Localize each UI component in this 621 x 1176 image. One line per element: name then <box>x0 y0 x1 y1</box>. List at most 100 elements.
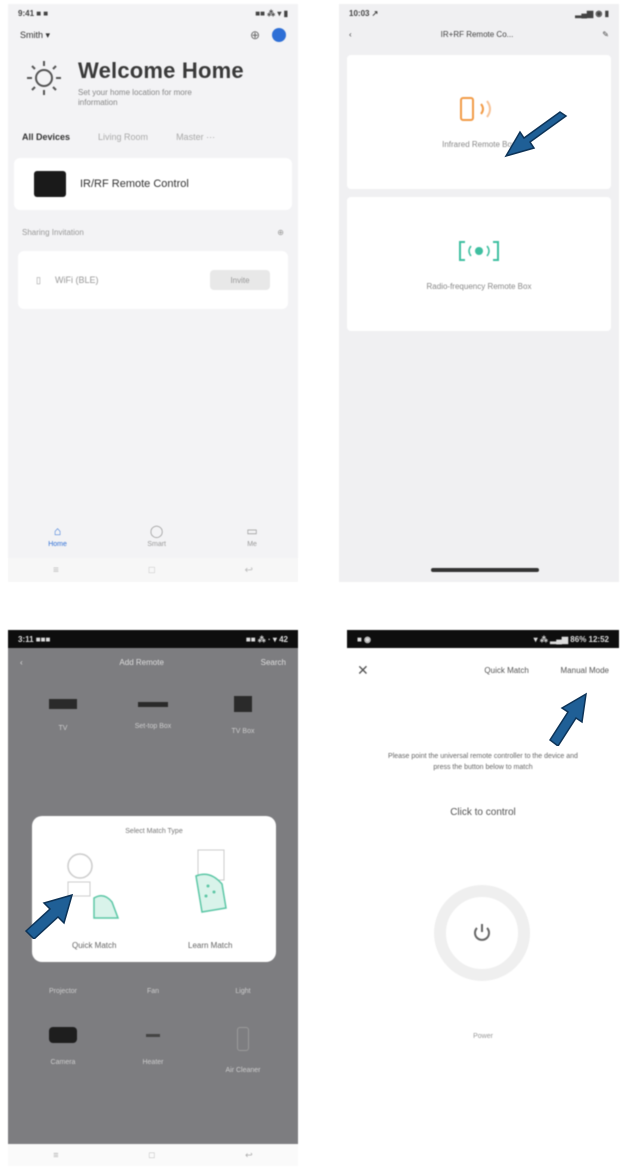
tab-me-label: Me <box>247 541 257 548</box>
home-indicator <box>431 568 539 572</box>
device-type-label: Light <box>235 988 251 995</box>
screen-remote-type: 10:03 ↗ ▂▄▆ ◉ ▮ ‹ IR+RF Remote Co... ✎ I… <box>339 4 619 582</box>
air-cleaner-icon <box>237 1027 249 1051</box>
sun-icon <box>27 61 61 95</box>
device-type-light[interactable]: Light <box>198 988 288 995</box>
device-type-grid: Projector Fan Light Camera Heater Air Cl… <box>8 980 298 1082</box>
home-header: Smith ▾ ⊕ <box>8 22 298 48</box>
learn-match-option[interactable]: Learn Match <box>188 941 232 950</box>
device-type-projector[interactable]: Projector <box>18 988 108 995</box>
status-time: 3:11 ■■■ <box>18 634 51 644</box>
click-to-control-label: Click to control <box>450 807 516 818</box>
status-icons: ■■ ⁂ ▾ ▮ <box>255 8 288 18</box>
bottom-tab-bar: ⌂ Home ◯ Smart ▭ Me <box>8 514 298 558</box>
status-bar: 10:03 ↗ ▂▄▆ ◉ ▮ <box>339 4 619 22</box>
search-link[interactable]: Search <box>261 658 286 667</box>
rf-remote-icon <box>459 240 499 261</box>
add-device-icon[interactable]: ⊕ <box>250 28 260 42</box>
tab-smart[interactable]: ◯ Smart <box>147 524 166 548</box>
device-type-tv[interactable]: TV <box>18 685 108 735</box>
nav-back-icon[interactable]: ↩ <box>245 565 253 576</box>
tab-home[interactable]: ⌂ Home <box>48 524 67 548</box>
arrow-pointer-icon <box>24 893 74 939</box>
status-bar: ■ ◉ ▾ ⁂ ▂▄▆ 86% 12:52 <box>347 630 619 648</box>
device-type-heater[interactable]: Heater <box>108 1027 198 1074</box>
rf-remote-label: Radio-frequency Remote Box <box>426 281 532 291</box>
back-icon[interactable]: ‹ <box>349 30 352 39</box>
nav-header: ‹ IR+RF Remote Co... ✎ <box>339 22 619 47</box>
heater-icon <box>146 1034 160 1037</box>
status-icons: ▾ ⁂ ▂▄▆ 86% 12:52 <box>533 634 609 644</box>
rf-remote-option[interactable]: Radio-frequency Remote Box <box>347 197 611 331</box>
hardware-card: ▯ WiFi (BLE) Invite <box>18 251 288 309</box>
device-type-tv-box[interactable]: TV Box <box>198 685 288 735</box>
quick-match-option[interactable]: Quick Match <box>72 941 116 950</box>
nav-home-icon[interactable]: □ <box>149 1150 154 1160</box>
status-time: 10:03 ↗ <box>349 8 379 18</box>
set-top-box-icon <box>138 702 168 707</box>
tab-all-devices[interactable]: All Devices <box>22 132 70 142</box>
device-type-set-top-box[interactable]: Set-top Box <box>108 685 198 735</box>
infrared-remote-option[interactable]: Infrared Remote Box <box>347 55 611 189</box>
status-icons: ▂▄▆ ◉ ▮ <box>575 8 609 18</box>
tab-me[interactable]: ▭ Me <box>246 524 257 548</box>
profile-icon[interactable] <box>272 28 286 42</box>
close-icon[interactable]: ✕ <box>357 662 369 679</box>
device-name: IR/RF Remote Control <box>80 178 189 190</box>
device-card[interactable]: IR/RF Remote Control <box>14 158 292 210</box>
hardware-label: WiFi (BLE) <box>54 275 99 285</box>
welcome-banner: Welcome Home Set your home location for … <box>8 48 298 118</box>
device-type-label: Fan <box>146 988 160 995</box>
home-icon: ⌂ <box>53 524 62 538</box>
device-type-fan[interactable]: Fan <box>108 988 198 995</box>
status-icons: ■■ ⁂ · ▾ 42 <box>245 634 288 644</box>
nav-header: ‹ Add Remote Search <box>8 648 298 677</box>
nav-menu-icon[interactable]: ≡ <box>53 1150 58 1160</box>
tab-home-label: Home <box>48 541 67 548</box>
back-icon[interactable]: ‹ <box>20 658 23 667</box>
learn-match-icon <box>195 849 227 913</box>
device-type-grid: TV Set-top Box TV Box <box>8 677 298 743</box>
device-type-label: Set-top Box <box>134 723 172 730</box>
power-icon <box>474 924 490 941</box>
dialog-title: Select Match Type <box>125 828 183 835</box>
edit-icon[interactable]: ✎ <box>602 30 609 39</box>
nav-home-icon[interactable]: □ <box>149 565 155 576</box>
tv-icon <box>49 699 77 709</box>
room-tabs: All Devices Living Room Master ··· <box>8 118 298 148</box>
nav-menu-icon[interactable]: ≡ <box>53 565 59 576</box>
device-type-air-cleaner[interactable]: Air Cleaner <box>198 1027 288 1074</box>
welcome-subtitle: Set your home location for more informat… <box>78 88 192 107</box>
home-selector[interactable]: Smith ▾ <box>20 30 50 41</box>
device-type-label: Air Cleaner <box>225 1067 261 1074</box>
invite-button[interactable]: Invite <box>210 270 270 290</box>
remote-device-icon <box>34 171 66 197</box>
android-nav-bar: ≡ □ ↩ <box>8 1144 298 1166</box>
device-type-camera[interactable]: Camera <box>18 1027 108 1074</box>
device-type-label: Projector <box>48 988 77 995</box>
power-control-ring[interactable] <box>434 885 530 981</box>
arrow-pointer-icon <box>548 692 587 746</box>
device-type-label: TV <box>58 725 68 732</box>
tab-smart-label: Smart <box>147 541 166 548</box>
section-add-icon[interactable]: ⊕ <box>277 228 284 237</box>
device-type-label: TV Box <box>231 728 255 735</box>
status-bar: 3:11 ■■■ ■■ ⁂ · ▾ 42 <box>8 630 298 648</box>
nav-back-icon[interactable]: ↩ <box>245 1150 253 1161</box>
quick-match-tab[interactable]: Quick Match <box>484 666 528 675</box>
smart-icon: ◯ <box>149 524 164 538</box>
section-header: Sharing Invitation ⊕ <box>8 220 298 245</box>
page-title: IR+RF Remote Co... <box>440 30 514 39</box>
manual-mode-tab[interactable]: Manual Mode <box>561 666 609 675</box>
hardware-icon: ▯ <box>36 274 41 285</box>
android-nav-bar: ≡ □ ↩ <box>8 558 298 582</box>
power-label: Power <box>473 1033 493 1040</box>
device-type-label: Heater <box>142 1059 164 1066</box>
status-bar: 9:41 ■ ■ ■■ ⁂ ▾ ▮ <box>8 4 298 22</box>
match-instructions: Please point the universal remote contro… <box>388 753 578 771</box>
tab-living-room[interactable]: Living Room <box>98 132 148 142</box>
me-icon: ▭ <box>246 524 258 538</box>
screen-home: 9:41 ■ ■ ■■ ⁂ ▾ ▮ Smith ▾ ⊕ Welcome Home… <box>8 4 298 582</box>
tab-master[interactable]: Master ··· <box>176 132 215 142</box>
welcome-title: Welcome Home <box>78 58 244 83</box>
